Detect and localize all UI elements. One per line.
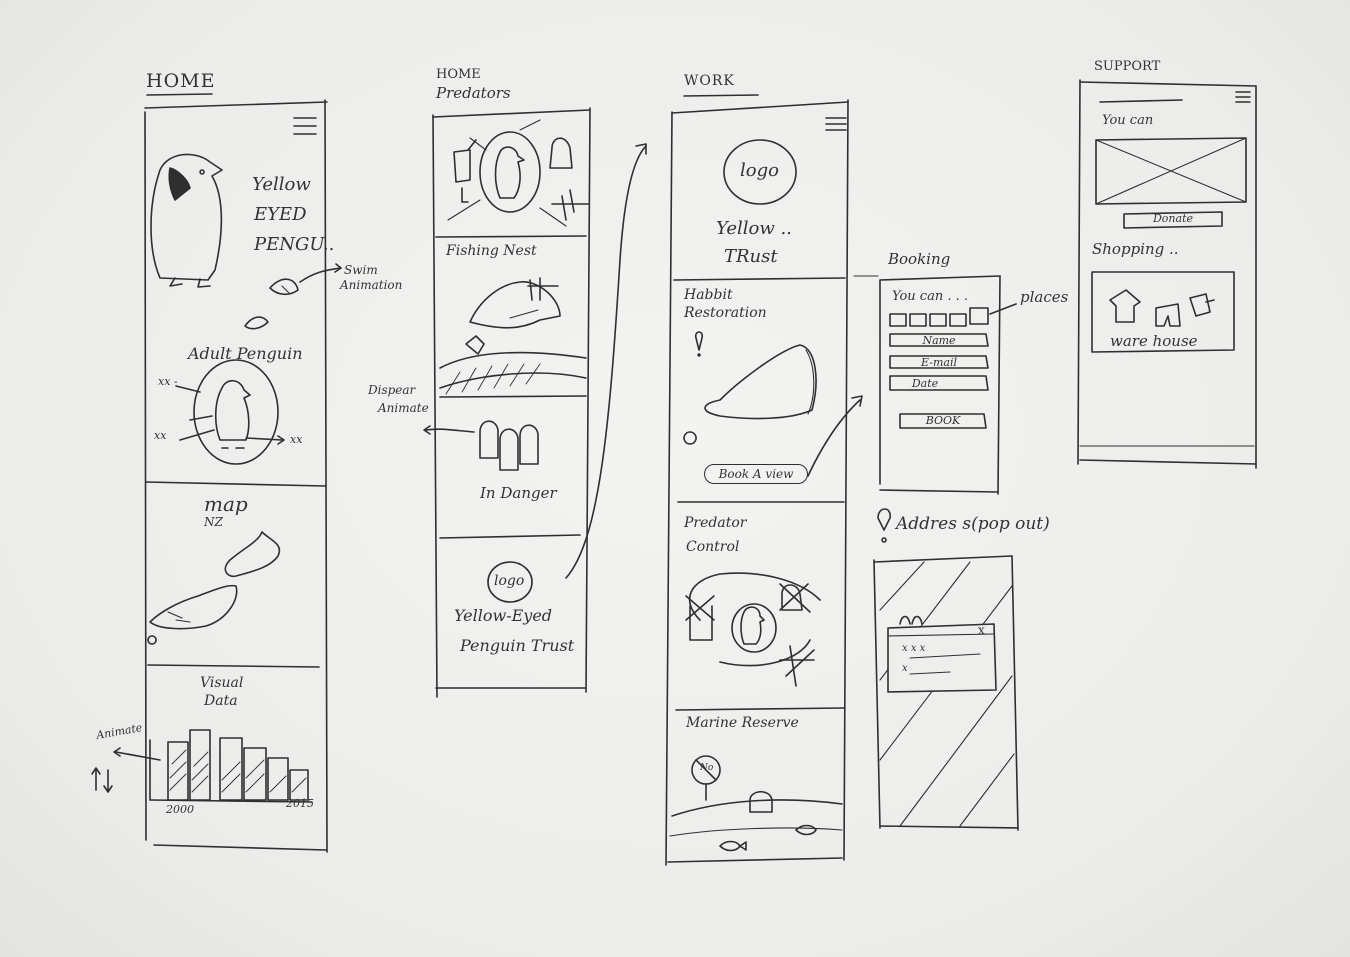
habitat-heading-line-2: Restoration [684, 305, 767, 321]
adult-penguin-heading: Adult Penguin [188, 344, 303, 363]
home-bar-chart [91, 729, 313, 803]
dispear-note-line-1: Dispear [368, 383, 416, 397]
map-subheading: NZ [204, 515, 223, 529]
donate-button[interactable]: Donate [1124, 213, 1222, 224]
visual-data-line-1: Visual [200, 675, 244, 691]
xx-label-top: xx - [158, 375, 178, 388]
places-note: places [1020, 288, 1069, 306]
sketch-linework [91, 79, 1257, 866]
support-you-can: You can [1102, 113, 1154, 128]
xx-label-right: xx [290, 433, 303, 446]
predator-control-line-2: Control [686, 539, 740, 555]
predators-trust-line-2: Penguin Trust [460, 636, 575, 655]
home-title: HOME [146, 70, 216, 92]
predators-logo-text: logo [494, 573, 525, 589]
swim-note-line-2: Animation [340, 278, 403, 292]
address-title: Addres s(pop out) [896, 514, 1050, 534]
no-sign-text: No [700, 763, 714, 773]
marine-reserve-heading: Marine Reserve [686, 715, 799, 731]
predators-title-line-2: Predators [436, 84, 511, 102]
hero-text-line-3: PENGU.. [254, 234, 335, 255]
in-danger-heading: In Danger [480, 484, 557, 502]
fishing-nest-drawing [439, 277, 587, 395]
xx-label-left: xx [154, 429, 167, 442]
work-trust-line-1: Yellow .. [716, 218, 792, 239]
work-logo-text: logo [740, 160, 779, 181]
fishing-nest-heading: Fishing Nest [446, 243, 537, 259]
popup-close-icon[interactable]: x [978, 624, 985, 636]
chart-year-end: 2015 [286, 797, 314, 810]
habitat-heading-line-1: Habbit [684, 287, 733, 303]
name-field[interactable]: Name [890, 335, 988, 346]
predators-hero-drawing [447, 119, 589, 227]
book-a-view-button[interactable]: Book A view [704, 464, 808, 484]
swim-animation-drawing [244, 263, 342, 330]
address-frame [873, 508, 1019, 831]
map-heading: map [204, 492, 248, 516]
popup-row-1: x x x [902, 643, 926, 654]
work-title: WORK [684, 73, 735, 89]
visual-data-line-2: Data [204, 693, 238, 709]
chart-year-start: 2000 [166, 803, 194, 816]
warehouse-label[interactable]: ware house [1110, 334, 1198, 349]
date-field[interactable]: Date [890, 378, 960, 389]
hero-text-line-1: Yellow [252, 174, 311, 195]
home-penguin-drawing [150, 153, 223, 288]
book-button[interactable]: BOOK [900, 415, 986, 426]
support-frame [1077, 79, 1257, 469]
popup-row-2: x [902, 663, 908, 674]
booking-you-can: You can . . . [892, 289, 968, 304]
predator-control-line-1: Predator [684, 515, 747, 531]
hero-text-line-2: EYED [254, 204, 307, 225]
book-a-view-label: Book A view [718, 467, 794, 481]
booking-title: Booking [888, 250, 951, 268]
in-danger-penguins-drawing [423, 420, 539, 471]
dispear-note-line-2: Animate [378, 401, 429, 415]
marine-reserve-drawing [669, 755, 843, 852]
shopping-heading: Shopping .. [1092, 240, 1179, 258]
nz-map-drawing [147, 531, 281, 645]
habitat-map-drawing [683, 331, 863, 477]
support-title: SUPPORT [1094, 59, 1161, 74]
predators-trust-line-1: Yellow-Eyed [454, 606, 553, 625]
work-trust-line-2: TRust [724, 246, 778, 267]
predator-control-drawing [685, 572, 821, 687]
predators-title-line-1: HOME [436, 67, 481, 82]
swim-note-line-1: Swim [344, 263, 378, 277]
adult-penguin-drawing [175, 359, 285, 465]
email-field[interactable]: E-mail [890, 357, 988, 368]
